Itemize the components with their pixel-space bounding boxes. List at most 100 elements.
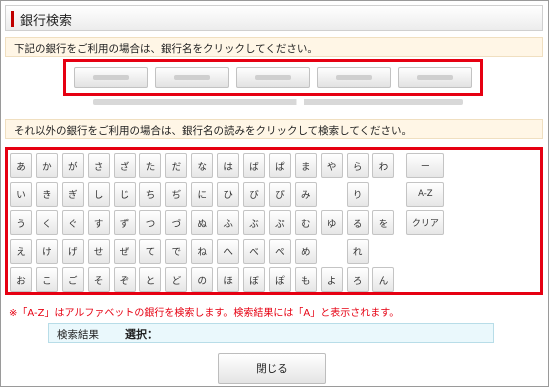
kana-button[interactable]: そ <box>87 267 110 292</box>
kana-button[interactable]: ご <box>61 267 84 292</box>
kana-button[interactable]: を <box>372 210 395 235</box>
kana-button[interactable]: け <box>35 238 58 264</box>
kana-button[interactable]: ち <box>139 181 162 207</box>
title-accent-bar <box>11 11 14 27</box>
search-result-label: 検索結果 <box>57 329 99 341</box>
kana-button[interactable]: へ <box>217 238 240 264</box>
kana-button[interactable]: ふ <box>217 210 240 235</box>
kana-button[interactable]: ぎ <box>61 181 84 207</box>
bank-search-window: 銀行検索 下記の銀行をご利用の場合は、銀行名をクリックしてください。 それ以外の… <box>0 0 549 387</box>
alphabet-button[interactable]: A-Z <box>406 181 445 207</box>
kana-button[interactable]: い <box>10 181 32 207</box>
kana-button[interactable]: ぷ <box>268 210 291 235</box>
listed-banks-highlight <box>63 59 483 96</box>
kana-button[interactable]: ざ <box>113 153 136 178</box>
kana-button[interactable]: が <box>61 153 84 178</box>
kana-button[interactable]: ぐ <box>61 210 84 235</box>
kana-button[interactable]: う <box>10 210 32 235</box>
kana-button[interactable]: れ <box>346 238 369 264</box>
kana-button[interactable]: わ <box>372 153 395 178</box>
kana-button[interactable]: に <box>191 181 214 207</box>
kana-button[interactable]: ず <box>113 210 136 235</box>
blurred-bank-name <box>336 75 373 80</box>
kana-button[interactable]: の <box>191 267 214 292</box>
kana-button[interactable]: ぺ <box>268 238 291 264</box>
kana-button[interactable]: ぽ <box>268 267 291 292</box>
blurred-bank-name <box>254 75 291 80</box>
selection-label: 選択： <box>125 328 158 341</box>
kana-button[interactable]: も <box>294 267 317 292</box>
kana-button[interactable]: え <box>10 238 32 264</box>
kana-button[interactable]: め <box>294 238 317 264</box>
clear-button[interactable]: クリア <box>406 210 445 235</box>
kana-button[interactable]: ぴ <box>268 181 291 207</box>
search-result-panel: 検索結果 選択： <box>48 323 494 343</box>
kana-button[interactable]: づ <box>165 210 188 235</box>
kana-button[interactable]: べ <box>243 238 266 264</box>
kana-button[interactable]: あ <box>10 153 32 178</box>
kana-button[interactable]: げ <box>61 238 84 264</box>
close-button[interactable]: 閉じる <box>218 353 326 384</box>
blurred-bank-name <box>173 75 210 80</box>
kana-button[interactable]: と <box>139 267 162 292</box>
kana-button[interactable]: な <box>191 153 214 178</box>
notice-listed-banks: 下記の銀行をご利用の場合は、銀行名をクリックしてください。 <box>5 37 543 57</box>
kana-button[interactable]: る <box>346 210 369 235</box>
kana-button[interactable]: ひ <box>217 181 240 207</box>
kana-button[interactable]: ぱ <box>268 153 291 178</box>
kana-row: あかがさざただなはばぱまやらわー <box>10 153 538 179</box>
kana-button[interactable]: ぼ <box>243 267 266 292</box>
kana-row: おこごそぞとどのほぼぽもよろん <box>10 267 538 293</box>
kana-button[interactable]: く <box>35 210 58 235</box>
kana-button[interactable]: む <box>294 210 317 235</box>
kana-button[interactable]: ね <box>191 238 214 264</box>
kana-button[interactable]: み <box>294 181 317 207</box>
bank-button-3[interactable] <box>235 67 310 88</box>
kana-button[interactable]: ぶ <box>243 210 266 235</box>
kana-button[interactable]: ど <box>165 267 188 292</box>
title-bar: 銀行検索 <box>5 5 543 31</box>
kana-button[interactable]: ほ <box>217 267 240 292</box>
kana-button[interactable]: り <box>346 181 369 207</box>
kana-button[interactable]: ん <box>372 267 395 292</box>
kana-button[interactable]: で <box>165 238 188 264</box>
kana-button[interactable]: さ <box>87 153 110 178</box>
kana-button[interactable]: ば <box>243 153 266 178</box>
page-title: 銀行検索 <box>20 14 73 29</box>
kana-button[interactable]: き <box>35 181 58 207</box>
notice-kana-search: それ以外の銀行をご利用の場合は、銀行名の読みをクリックして検索してください。 <box>5 119 543 139</box>
blurred-bank-name <box>92 75 129 80</box>
kana-button[interactable]: ゆ <box>320 210 343 235</box>
kana-button[interactable]: ら <box>346 153 369 178</box>
kana-button[interactable]: ろ <box>346 267 369 292</box>
kana-button[interactable]: せ <box>87 238 110 264</box>
blurred-info-line <box>93 99 463 105</box>
kana-button[interactable]: ー <box>406 153 445 178</box>
kana-button[interactable]: だ <box>165 153 188 178</box>
bank-button-1[interactable] <box>73 67 148 88</box>
kana-button[interactable]: ぢ <box>165 181 188 207</box>
kana-button[interactable]: や <box>320 153 343 178</box>
kana-button[interactable]: お <box>10 267 32 292</box>
kana-button[interactable]: ぞ <box>113 267 136 292</box>
kana-button[interactable]: て <box>139 238 162 264</box>
kana-button[interactable]: び <box>243 181 266 207</box>
kana-button[interactable]: じ <box>113 181 136 207</box>
bank-button-2[interactable] <box>154 67 229 88</box>
kana-row: えけげせぜてでねへべぺめ れ <box>10 238 538 265</box>
kana-button[interactable]: こ <box>35 267 58 292</box>
kana-button[interactable]: つ <box>139 210 162 235</box>
kana-button[interactable]: ま <box>294 153 317 178</box>
kana-button[interactable]: よ <box>320 267 343 292</box>
kana-button[interactable]: ぬ <box>191 210 214 235</box>
kana-button[interactable]: た <box>139 153 162 178</box>
kana-keyboard: あかがさざただなはばぱまやらわーいきぎしじちぢにひびぴみ り A-Z うくぐすずつづぬ… <box>5 147 543 295</box>
kana-button[interactable]: ぜ <box>113 238 136 264</box>
kana-row: いきぎしじちぢにひびぴみ り A-Z <box>10 181 538 208</box>
kana-button[interactable]: は <box>217 153 240 178</box>
bank-button-4[interactable] <box>317 67 392 88</box>
kana-button[interactable]: し <box>87 181 110 207</box>
kana-button[interactable]: か <box>35 153 58 178</box>
bank-button-5[interactable] <box>398 67 473 88</box>
kana-button[interactable]: す <box>87 210 110 235</box>
